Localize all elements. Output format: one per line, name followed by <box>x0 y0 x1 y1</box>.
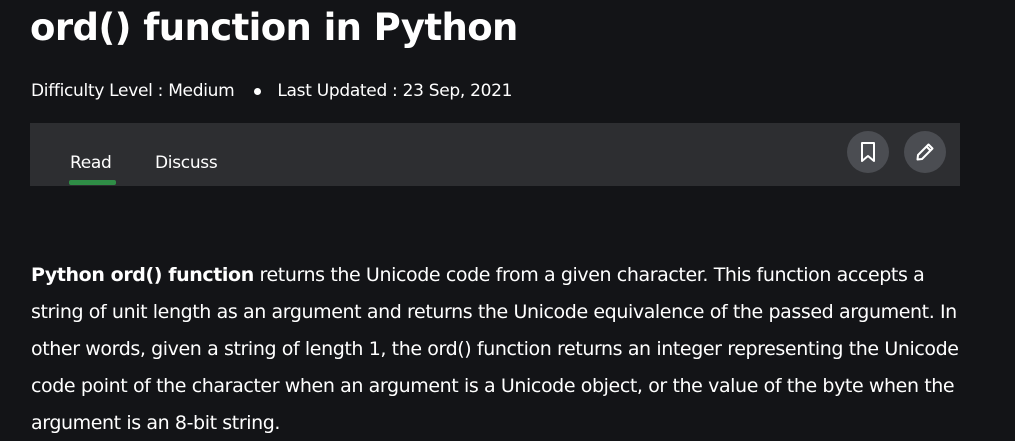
article-meta: Difficulty Level : Medium Last Updated :… <box>31 79 512 103</box>
page-title: ord() function in Python <box>30 6 518 49</box>
difficulty-level: Difficulty Level : Medium <box>31 81 235 101</box>
bookmark-button[interactable] <box>847 131 889 173</box>
tab-discuss[interactable]: Discuss <box>155 151 218 175</box>
tab-read[interactable]: Read <box>70 151 112 175</box>
edit-button[interactable] <box>904 131 946 173</box>
last-updated: Last Updated : 23 Sep, 2021 <box>277 81 513 101</box>
bookmark-icon <box>861 142 875 162</box>
intro-text: returns the Unicode code from a given ch… <box>31 264 959 434</box>
separator-dot <box>254 87 262 95</box>
intro-bold-term: Python ord() function <box>31 264 254 286</box>
active-tab-indicator <box>69 180 116 185</box>
article-tab-bar: Read Discuss <box>30 123 960 186</box>
pencil-icon <box>916 143 934 161</box>
article-intro-paragraph: Python ord() function returns the Unicod… <box>31 257 971 441</box>
